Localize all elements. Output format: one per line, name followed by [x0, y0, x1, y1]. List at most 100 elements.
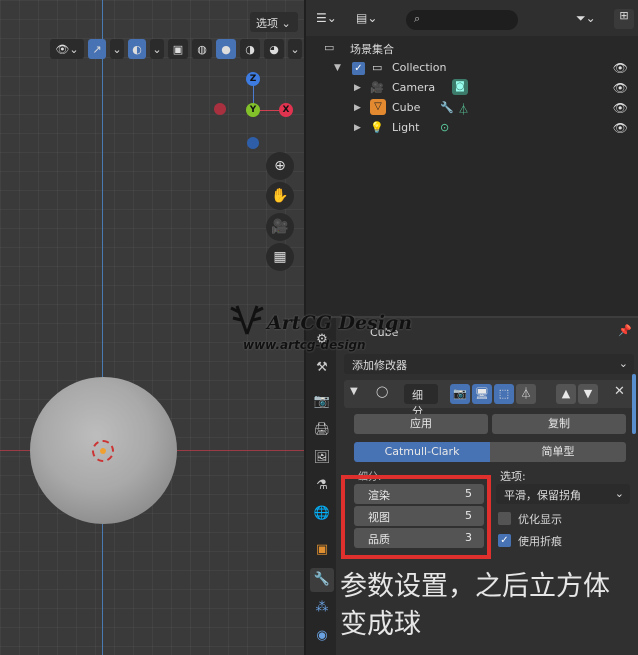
outliner-header: ☰⌄ ▤⌄ ⌕ ⏷⌄ ⊞: [306, 0, 638, 36]
modifier-header: ▼ ◯ 细分 📷 🖥 ⬚ ⏃ ▲ ▼ ✕: [344, 380, 634, 418]
camera-data-icon[interactable]: ◙: [452, 79, 468, 95]
watermark-title: ArtCG Design: [267, 312, 413, 334]
chevron-down-icon: ⌄: [618, 357, 628, 370]
use-creases-checkbox[interactable]: ✓: [498, 534, 511, 547]
outliner-panel: ☰⌄ ▤⌄ ⌕ ⏷⌄ ⊞ ▭ 场景集合 ▼ ✓ ▭ Collection 👁 ▶…: [304, 0, 638, 316]
mesh-data-icon[interactable]: ⏃: [458, 101, 469, 117]
pin-icon[interactable]: 📌: [618, 324, 632, 337]
zoom-icon[interactable]: ⊕: [266, 152, 294, 180]
new-collection-icon[interactable]: ⊞: [614, 9, 634, 29]
light-data-icon[interactable]: ⊙: [440, 121, 449, 134]
chevron-down-icon[interactable]: ⌄: [110, 39, 124, 59]
options-dropdown[interactable]: 选项 ⌄: [250, 12, 298, 32]
properties-tabbar: ⚙ ⚒ 📷 🖨 🖼 ⚗ 🌐 ▣ 🔧 ⁂ ◉: [306, 318, 336, 655]
uv-smooth-label: 平滑，保留拐角: [504, 489, 581, 502]
chevron-down-icon[interactable]: ⌄: [150, 39, 164, 59]
list-item-light[interactable]: ▶ 💡 Light ⊙ 👁: [306, 118, 638, 138]
expand-arrow-icon[interactable]: ▶: [354, 123, 361, 133]
cube-label: Cube: [392, 101, 421, 114]
editor-type-icon[interactable]: ☰⌄: [316, 11, 337, 25]
optimal-display-checkbox[interactable]: [498, 512, 511, 525]
expand-arrow-icon[interactable]: ▶: [354, 83, 361, 93]
world-tab-icon[interactable]: 🌐: [310, 502, 334, 526]
expand-arrow-icon[interactable]: ▶: [354, 103, 361, 113]
pan-hand-icon[interactable]: ✋: [266, 182, 294, 210]
light-icon: 💡: [370, 121, 384, 134]
use-creases-label: 使用折痕: [518, 535, 562, 548]
move-up-icon[interactable]: ▲: [556, 384, 576, 404]
watermark-url: www.artcg-design: [243, 338, 366, 352]
list-item-scene-collection[interactable]: ▭ 场景集合: [306, 38, 638, 58]
overlay-toggle-icon[interactable]: ◐: [128, 39, 146, 59]
camera-label: Camera: [392, 81, 436, 94]
subdivision-icon: ◯: [376, 385, 389, 398]
tool-tab-icon[interactable]: ⚒: [310, 356, 334, 380]
eye-icon[interactable]: 👁: [613, 61, 628, 75]
rendered-shading-icon[interactable]: ◕: [264, 39, 284, 59]
z-axis-handle[interactable]: Z: [246, 72, 260, 86]
material-shading-icon[interactable]: ◑: [240, 39, 260, 59]
neg-x-axis-handle[interactable]: [214, 103, 226, 115]
wireframe-shading-icon[interactable]: ◍: [192, 39, 212, 59]
viewport-header: 选项 ⌄: [0, 0, 304, 36]
on-cage-toggle-icon[interactable]: ⏃: [516, 384, 536, 404]
ortho-grid-icon[interactable]: ▦: [266, 243, 294, 271]
filter-icon[interactable]: ⏷⌄: [576, 11, 596, 26]
modifier-name-field[interactable]: 细分: [404, 384, 438, 418]
view-layer-tab-icon[interactable]: 🖼: [310, 446, 334, 470]
search-input[interactable]: ⌕: [406, 10, 518, 30]
apply-button[interactable]: 应用: [354, 414, 488, 434]
modifier-wrench-icon[interactable]: 🔧: [310, 568, 334, 592]
chevron-down-icon: ⌄: [614, 487, 624, 500]
collection-checkbox[interactable]: ✓: [352, 62, 365, 75]
scene-tab-icon[interactable]: ⚗: [310, 474, 334, 498]
copy-button[interactable]: 复制: [492, 414, 626, 434]
optimal-display-label: 优化显示: [518, 513, 562, 526]
object-origin: [100, 448, 106, 454]
physics-tab-icon[interactable]: ◉: [310, 624, 334, 648]
visibility-dropdown-icon[interactable]: 👁⌄: [50, 39, 84, 59]
x-axis-handle[interactable]: X: [279, 103, 293, 117]
xray-icon[interactable]: ▣: [168, 39, 188, 59]
output-tab-icon[interactable]: 🖨: [310, 418, 334, 442]
close-icon[interactable]: ✕: [614, 384, 625, 399]
wrench-modifier-icon[interactable]: 🔧: [440, 101, 454, 114]
camera-view-icon[interactable]: 🎥: [266, 213, 294, 241]
scrollbar[interactable]: [632, 374, 636, 434]
solid-shading-icon[interactable]: ●: [216, 39, 236, 59]
tutorial-caption: 参数设置，之后立方体变成球: [340, 571, 610, 640]
list-item-camera[interactable]: ▶ 🎥 Camera ◙ 👁: [306, 78, 638, 98]
watermark-logo: ArtCG Design www.artcg-design: [225, 298, 415, 358]
list-item-collection[interactable]: ▼ ✓ ▭ Collection 👁: [306, 58, 638, 78]
highlight-box: [341, 475, 491, 559]
chevron-down-icon: ⌄: [281, 17, 291, 30]
particles-tab-icon[interactable]: ⁂: [310, 596, 334, 620]
move-down-icon[interactable]: ▼: [578, 384, 598, 404]
edit-mode-toggle-icon[interactable]: 📷: [450, 384, 470, 404]
simple-tab[interactable]: 简单型: [490, 442, 626, 462]
catmull-clark-tab[interactable]: Catmull-Clark: [354, 442, 490, 462]
collection-label: Collection: [392, 61, 447, 74]
neg-z-axis-handle[interactable]: [247, 137, 259, 149]
render-toggle-icon[interactable]: ⬚: [494, 384, 514, 404]
expand-arrow-icon[interactable]: ▼: [334, 63, 341, 73]
gizmo-toggle-icon[interactable]: ↗: [88, 39, 106, 59]
uv-smooth-dropdown[interactable]: 平滑，保留拐角 ⌄: [496, 484, 630, 504]
y-axis-handle[interactable]: Y: [246, 103, 260, 117]
mesh-object-icon: ▽: [370, 99, 386, 115]
add-modifier-label: 添加修改器: [352, 359, 407, 372]
collapse-arrow-icon[interactable]: ▼: [350, 386, 358, 397]
chevron-down-icon[interactable]: ⌄: [288, 39, 302, 59]
eye-icon[interactable]: 👁: [613, 81, 628, 95]
display-mode-icon[interactable]: ▤⌄: [356, 11, 377, 25]
scene-collection-icon: ▭: [324, 41, 335, 54]
eye-icon[interactable]: 👁: [613, 121, 628, 135]
eye-icon[interactable]: 👁: [613, 101, 628, 115]
object-tab-icon[interactable]: ▣: [310, 538, 334, 562]
camera-icon: 🎥: [370, 81, 384, 94]
search-icon: ⌕: [414, 12, 421, 25]
render-tab-icon[interactable]: 📷: [310, 390, 334, 414]
scene-collection-label: 场景集合: [350, 43, 394, 56]
list-item-cube[interactable]: ▶ ▽ Cube 🔧 ⏃ 👁: [306, 98, 638, 118]
viewport-display-toggle-icon[interactable]: 🖥: [472, 384, 492, 404]
